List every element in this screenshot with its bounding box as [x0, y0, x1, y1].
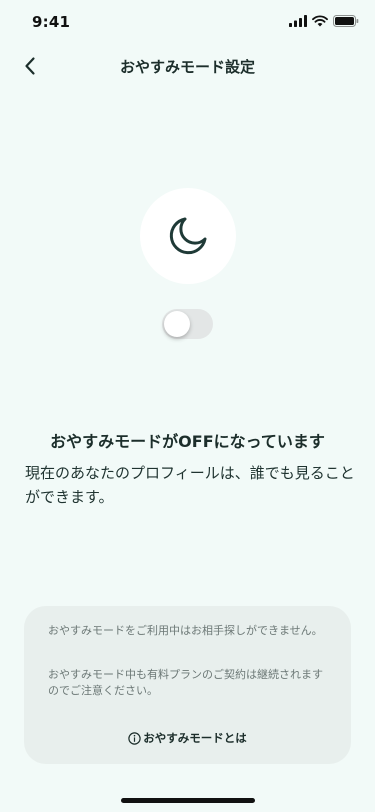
page-title: おやすみモード設定: [119, 58, 255, 76]
moon-icon: [169, 217, 207, 255]
home-indicator: [121, 798, 255, 803]
toggle-knob: [164, 311, 190, 337]
cellular-signal-icon: [289, 15, 307, 27]
status-headline: おやすみモードがOFFになっています: [50, 432, 325, 451]
chevron-left-icon: [25, 57, 35, 75]
back-button[interactable]: [14, 50, 46, 82]
sleep-mode-toggle[interactable]: [162, 309, 213, 339]
info-card: おやすみモードをご利用中はお相手探しができません。 おやすみモード中も有料プラン…: [24, 606, 351, 764]
status-description: 現在のあなたのプロフィールは、誰でも見ることができます。: [25, 464, 355, 506]
battery-icon: [333, 15, 359, 27]
moon-badge: [140, 188, 236, 284]
status-icons: [289, 15, 359, 27]
wifi-icon: [312, 15, 328, 27]
info-note-search: おやすみモードをご利用中はお相手探しができません。: [48, 624, 323, 637]
about-sleep-mode-label: おやすみモードとは: [143, 731, 247, 745]
status-bar: 9:41: [0, 0, 375, 44]
about-sleep-mode-link[interactable]: おやすみモードとは: [24, 730, 351, 746]
info-circle-icon: [128, 731, 141, 745]
info-note-billing: おやすみモード中も有料プランのご契約は継続されますのでご注意ください。: [48, 668, 323, 697]
status-time: 9:41: [32, 13, 71, 31]
nav-bar: おやすみモード設定: [0, 44, 375, 88]
